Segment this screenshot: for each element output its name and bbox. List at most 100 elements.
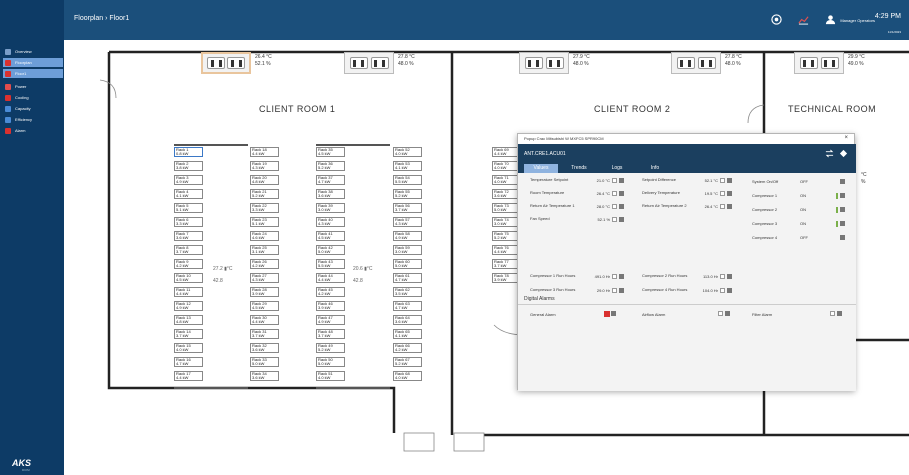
nav-item-overview[interactable]: Overview [3, 47, 63, 56]
rack-cell[interactable]: Rack 16 4.7 kW [174, 357, 203, 367]
settings-icon[interactable] [619, 217, 624, 222]
rack-cell[interactable]: Rack 42 5.0 kW [316, 245, 345, 255]
settings-icon[interactable] [837, 311, 842, 316]
rack-cell[interactable]: Rack 10 4.5 kW [174, 273, 203, 283]
settings-icon[interactable] [619, 274, 624, 279]
settings-icon[interactable] [840, 221, 845, 226]
rack-cell[interactable]: Rack 9 4.2 kW [174, 259, 203, 269]
rack-cell[interactable]: Rack 31 3.7 kW [250, 329, 279, 339]
acu-unit[interactable] [344, 52, 394, 74]
tab-values[interactable]: Values [524, 164, 558, 173]
rack-cell[interactable]: Rack 28 3.9 kW [250, 287, 279, 297]
rack-cell[interactable]: Rack 13 4.8 kW [174, 315, 203, 325]
settings-icon[interactable] [725, 311, 730, 316]
rack-cell[interactable]: Rack 4 4.1 kW [174, 189, 203, 199]
rack-cell[interactable]: Rack 36 5.2 kW [316, 161, 345, 171]
rack-cell[interactable]: Rack 21 5.2 kW [250, 189, 279, 199]
close-button[interactable]: × [844, 135, 848, 141]
settings-icon[interactable] [840, 179, 845, 184]
settings-icon[interactable] [727, 288, 732, 293]
rack-cell[interactable]: Rack 7 3.6 kW [174, 231, 203, 241]
rack-cell[interactable]: Rack 52 4.0 kW [393, 147, 422, 157]
rack-cell[interactable]: Rack 14 3.7 kW [174, 329, 203, 339]
nav-item-alarm[interactable]: Alarm [3, 126, 63, 135]
nav-item-floor1[interactable]: Floor1 [3, 69, 63, 78]
user-icon[interactable] [825, 14, 836, 25]
settings-icon[interactable] [840, 193, 845, 198]
checkbox[interactable] [612, 288, 617, 293]
rack-cell[interactable]: Rack 45 4.2 kW [316, 287, 345, 297]
settings-icon[interactable] [619, 204, 624, 209]
rack-cell[interactable]: Rack 19 4.3 kW [250, 161, 279, 171]
rack-cell[interactable]: Rack 29 4.5 kW [250, 301, 279, 311]
rack-cell[interactable]: Rack 24 4.6 kW [250, 231, 279, 241]
rack-cell[interactable]: Rack 63 4.7 kW [393, 301, 422, 311]
rack-cell[interactable]: Rack 53 4.1 kW [393, 161, 422, 171]
expand-icon[interactable] [839, 149, 848, 158]
tab-info[interactable]: Info [638, 164, 672, 173]
rack-cell[interactable]: Rack 55 5.2 kW [393, 189, 422, 199]
rack-cell[interactable]: Rack 39 3.0 kW [316, 203, 345, 213]
rack-cell[interactable]: Rack 23 5.1 kW [250, 217, 279, 227]
settings-icon[interactable] [727, 191, 732, 196]
checkbox[interactable] [612, 191, 617, 196]
rack-cell[interactable]: Rack 34 3.6 kW [250, 371, 279, 381]
settings-icon[interactable] [771, 14, 782, 25]
rack-cell[interactable]: Rack 20 4.8 kW [250, 175, 279, 185]
checkbox[interactable] [830, 311, 835, 316]
rack-cell[interactable]: Rack 2 3.8 kW [174, 161, 203, 171]
checkbox[interactable] [612, 204, 617, 209]
rack-cell[interactable]: Rack 40 4.3 kW [316, 217, 345, 227]
nav-item-floorplan[interactable]: Floorplan [3, 58, 63, 67]
acu-unit[interactable] [519, 52, 569, 74]
checkbox[interactable] [720, 274, 725, 279]
settings-icon[interactable] [611, 311, 616, 316]
settings-icon[interactable] [840, 235, 845, 240]
rack-cell[interactable]: Rack 22 3.3 kW [250, 203, 279, 213]
rack-cell[interactable]: Rack 35 4.5 kW [316, 147, 345, 157]
checkbox[interactable] [720, 288, 725, 293]
rack-cell[interactable]: Rack 27 4.3 kW [250, 273, 279, 283]
rack-cell[interactable]: Rack 12 4.9 kW [174, 301, 203, 311]
rack-cell[interactable]: Rack 64 3.6 kW [393, 315, 422, 325]
rack-cell[interactable]: Rack 51 4.0 kW [316, 371, 345, 381]
rack-cell[interactable]: Rack 8 3.7 kW [174, 245, 203, 255]
settings-icon[interactable] [727, 178, 732, 183]
checkbox[interactable] [720, 178, 725, 183]
rack-cell[interactable]: Rack 41 4.5 kW [316, 231, 345, 241]
rack-cell[interactable]: Rack 26 4.2 kW [250, 259, 279, 269]
settings-icon[interactable] [619, 178, 624, 183]
rack-cell[interactable]: Rack 38 3.6 kW [316, 189, 345, 199]
rack-cell[interactable]: Rack 47 4.9 kW [316, 315, 345, 325]
checkbox[interactable] [720, 204, 725, 209]
rack-cell[interactable]: Rack 67 5.2 kW [393, 357, 422, 367]
checkbox[interactable] [720, 191, 725, 196]
nav-item-efficiency[interactable]: Efficiency [3, 115, 63, 124]
rack-cell[interactable]: Rack 25 3.1 kW [250, 245, 279, 255]
nav-item-cooling[interactable]: Cooling [3, 93, 63, 102]
rack-cell[interactable]: Rack 58 4.9 kW [393, 231, 422, 241]
rack-cell[interactable]: Rack 57 4.3 kW [393, 217, 422, 227]
rack-cell[interactable]: Rack 5 5.1 kW [174, 203, 203, 213]
settings-icon[interactable] [619, 191, 624, 196]
acu-unit[interactable] [201, 52, 251, 74]
rack-cell[interactable]: Rack 32 3.6 kW [250, 343, 279, 353]
rack-cell[interactable]: Rack 49 5.2 kW [316, 343, 345, 353]
rack-cell[interactable]: Rack 15 4.0 kW [174, 343, 203, 353]
rack-cell[interactable]: Rack 11 4.4 kW [174, 287, 203, 297]
rack-cell[interactable]: Rack 48 3.7 kW [316, 329, 345, 339]
rack-cell[interactable]: Rack 65 4.1 kW [393, 329, 422, 339]
rack-cell[interactable]: Rack 3 4.9 kW [174, 175, 203, 185]
rack-cell[interactable]: Rack 68 4.0 kW [393, 371, 422, 381]
rack-cell[interactable]: Rack 56 3.7 kW [393, 203, 422, 213]
tab-trends[interactable]: Trends [562, 164, 596, 173]
checkbox[interactable] [612, 274, 617, 279]
rack-cell[interactable]: Rack 44 4.4 kW [316, 273, 345, 283]
acu-unit[interactable] [671, 52, 721, 74]
rack-cell[interactable]: Rack 61 4.7 kW [393, 273, 422, 283]
rack-cell[interactable]: Rack 59 3.0 kW [393, 245, 422, 255]
user-name[interactable]: Manager Operators [840, 18, 875, 23]
trend-chart-icon[interactable] [798, 14, 809, 25]
checkbox[interactable] [718, 311, 723, 316]
rack-cell[interactable]: Rack 18 4.4 kW [250, 147, 279, 157]
